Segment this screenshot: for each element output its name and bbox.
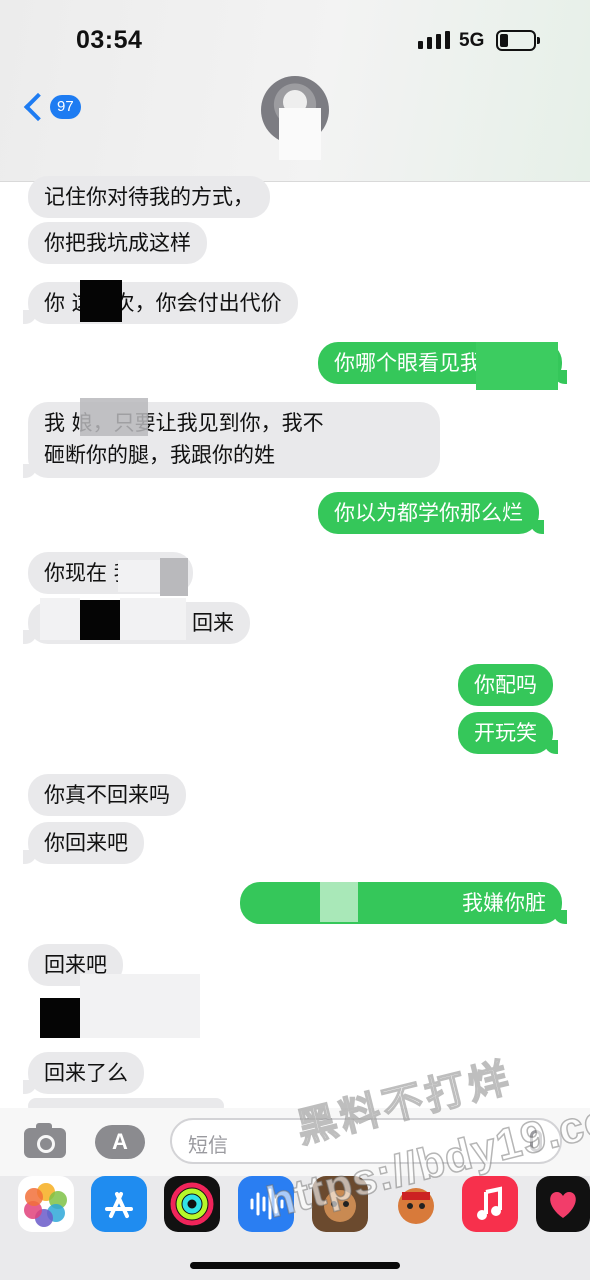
music-app-icon[interactable]	[462, 1176, 518, 1232]
signal-icon	[418, 31, 450, 49]
battery-icon	[496, 30, 540, 51]
redaction-block	[80, 398, 148, 436]
chevron-left-icon	[23, 92, 53, 122]
redaction-block	[120, 598, 186, 640]
app-store-app-icon[interactable]	[91, 1176, 147, 1232]
camera-icon[interactable]	[24, 1123, 66, 1158]
back-button[interactable]: 97	[20, 92, 81, 122]
message-incoming: 你回来吧	[23, 822, 144, 864]
app-store-icon[interactable]: A	[95, 1125, 145, 1159]
photos-app-icon[interactable]	[18, 1176, 74, 1232]
redaction-block	[80, 280, 122, 322]
avatar-redaction	[279, 108, 321, 160]
message-outgoing: 开玩笑	[458, 712, 558, 754]
redaction-block	[40, 998, 80, 1038]
redaction-block	[80, 974, 200, 1038]
health-app-icon[interactable]	[536, 1176, 590, 1232]
message-outgoing: 你以为都学你那么烂	[318, 492, 544, 534]
home-indicator	[190, 1262, 400, 1269]
message-outgoing: 我嫌你脏	[240, 882, 567, 924]
redaction-block	[476, 342, 558, 390]
fitness-app-icon[interactable]	[164, 1176, 220, 1232]
message-incoming: 你真不回来吗	[28, 774, 186, 816]
message-incoming: 你 这一次，你会付出代价	[23, 282, 298, 324]
message-incoming: 你把我坑成这样	[28, 222, 207, 264]
unread-count-badge: 97	[50, 95, 81, 119]
network-label: 5G	[459, 30, 485, 51]
redaction-block	[160, 558, 188, 596]
message-input-placeholder: 短信	[188, 1133, 228, 1157]
redaction-block	[40, 598, 80, 640]
message-incoming: 回来了么	[23, 1052, 144, 1094]
message-incoming: 记住你对待我的方式，	[28, 176, 270, 218]
redaction-block	[80, 600, 120, 640]
status-time: 03:54	[76, 26, 143, 54]
redaction-block	[320, 882, 358, 922]
redaction-block	[118, 560, 160, 592]
message-outgoing: 你配吗	[458, 664, 553, 706]
